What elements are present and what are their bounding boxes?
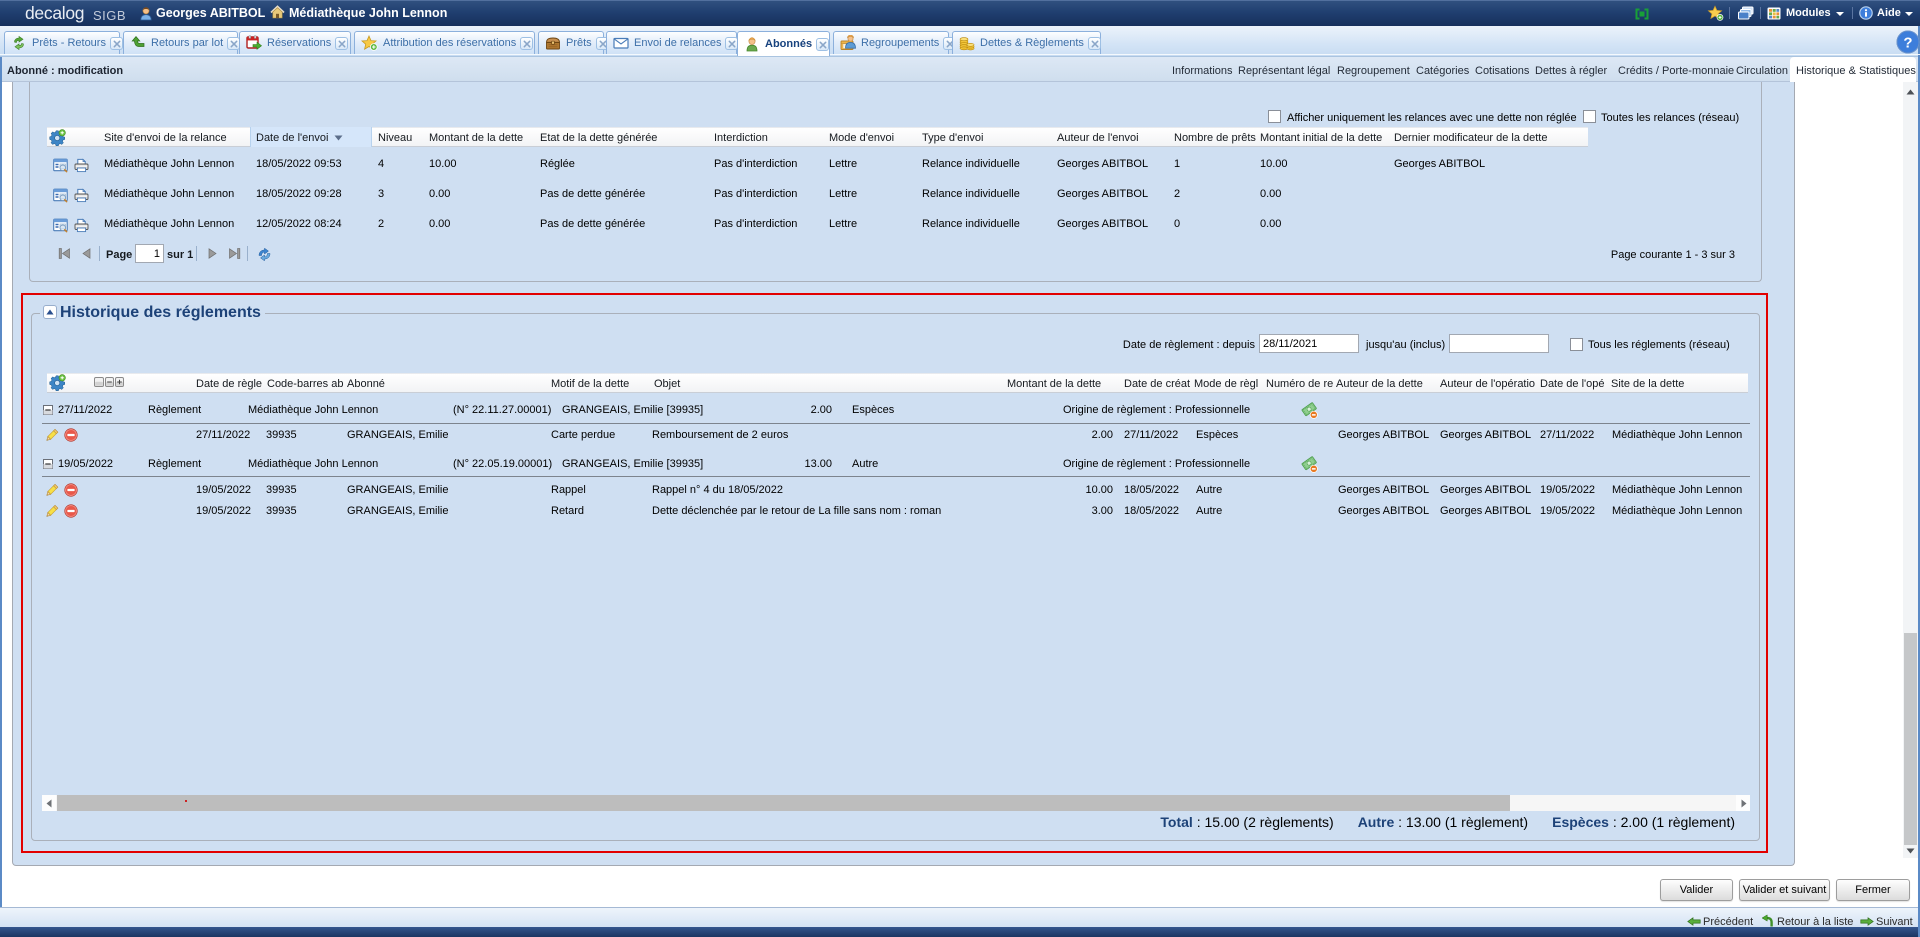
svg-text:?: ?	[1903, 35, 1912, 52]
